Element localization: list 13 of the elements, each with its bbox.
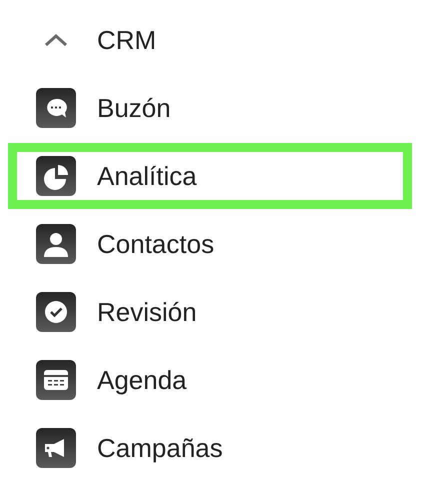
megaphone-icon (36, 428, 76, 468)
nav-item[interactable]: Agenda (0, 346, 412, 414)
chevron-icon[interactable] (44, 33, 68, 47)
nav-item[interactable]: Contactos (0, 210, 412, 278)
section-title: CRM (97, 24, 156, 56)
nav-item[interactable]: Analítica (8, 143, 412, 209)
nav-item[interactable]: Campañas (0, 414, 412, 482)
nav-item[interactable]: Buzón (0, 74, 412, 142)
chat-bubble-icon (36, 88, 76, 128)
nav-item[interactable]: Revisión (0, 278, 412, 346)
calendar-icon (36, 360, 76, 400)
person-icon (36, 224, 76, 264)
pie-chart-icon (36, 156, 76, 196)
